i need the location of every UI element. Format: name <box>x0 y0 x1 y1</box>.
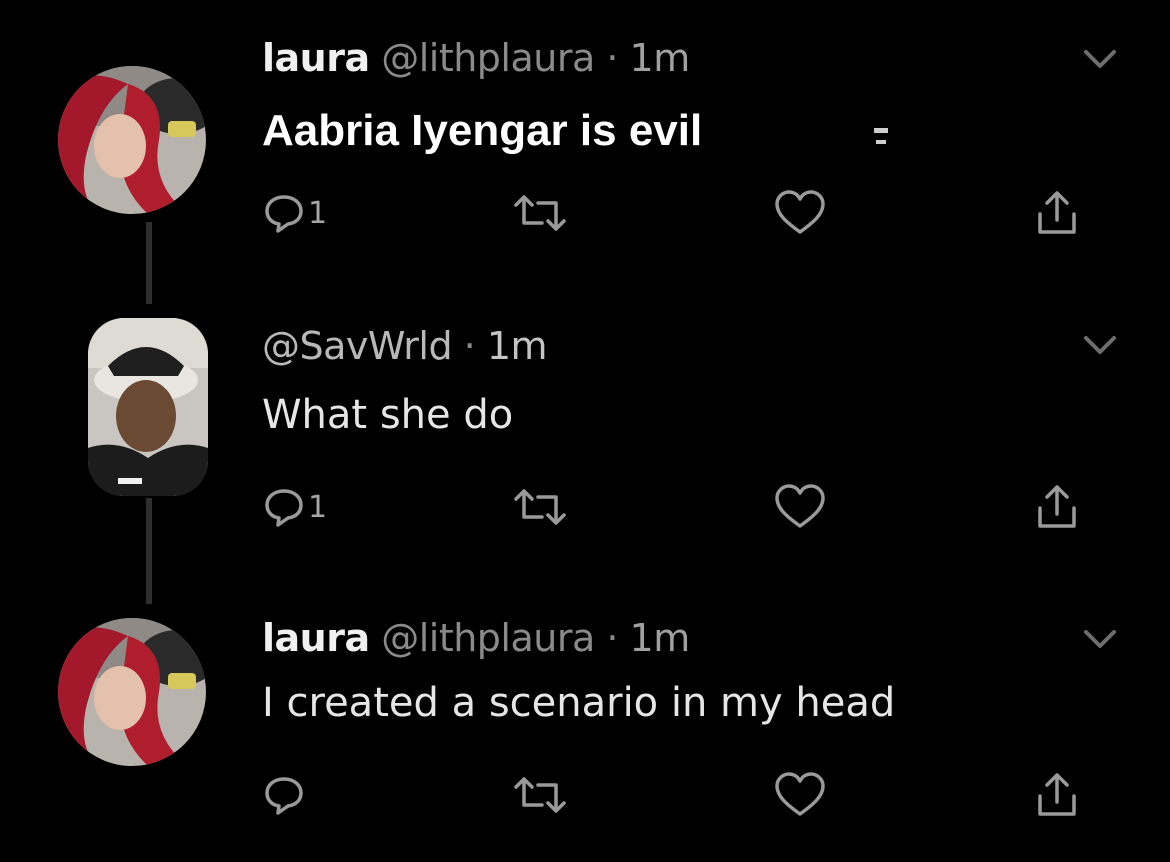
avatar[interactable] <box>88 318 208 496</box>
tweet-2[interactable]: @SavWrld · 1m What she do 1 <box>0 300 1170 550</box>
user-handle[interactable]: @lithplaura <box>381 36 595 80</box>
reply-button[interactable] <box>262 770 308 820</box>
tweet-text: I created a scenario in my head <box>262 680 896 726</box>
tweet-3[interactable]: laura @lithplaura · 1m I created a scena… <box>0 600 1170 862</box>
like-button[interactable] <box>772 482 828 532</box>
share-icon <box>1038 191 1076 234</box>
retweet-button[interactable] <box>510 770 570 820</box>
user-handle[interactable]: @SavWrld <box>262 324 453 368</box>
tweet-1[interactable]: laura @lithplaura · 1m Aabria Iyengar is… <box>0 0 1170 250</box>
reply-icon <box>265 195 303 233</box>
heart-icon <box>775 484 825 528</box>
like-button[interactable] <box>772 770 828 820</box>
user-handle[interactable]: @lithplaura <box>381 616 595 660</box>
avatar-photo-icon <box>58 618 206 766</box>
display-name[interactable]: laura <box>262 36 370 80</box>
reply-count: 1 <box>308 195 328 231</box>
retweet-icon <box>514 777 566 813</box>
heart-icon <box>775 190 825 234</box>
heart-icon <box>775 772 825 816</box>
separator-dot: · <box>606 36 618 80</box>
avatar[interactable] <box>58 618 206 766</box>
separator-dot: · <box>463 324 476 368</box>
tweet-actions: 1 <box>262 482 1102 532</box>
reply-icon <box>265 489 303 527</box>
timestamp[interactable]: 1m <box>487 324 548 368</box>
avatar-photo-icon <box>88 318 208 496</box>
timestamp[interactable]: 1m <box>630 36 691 80</box>
chevron-down-icon[interactable] <box>1082 46 1118 72</box>
avatar-photo-icon <box>58 66 206 214</box>
share-button[interactable] <box>1032 482 1082 532</box>
retweet-icon <box>514 195 566 231</box>
timestamp[interactable]: 1m <box>630 616 691 660</box>
reply-button[interactable]: 1 <box>262 482 327 532</box>
share-icon <box>1038 485 1076 528</box>
tweet-header: laura @lithplaura · 1m <box>262 36 690 80</box>
tweet-actions <box>262 770 1102 820</box>
text-fragment <box>874 128 888 133</box>
separator-dot: · <box>606 616 618 660</box>
share-icon <box>1038 773 1076 816</box>
retweet-button[interactable] <box>510 188 570 238</box>
chevron-down-icon[interactable] <box>1082 626 1118 652</box>
avatar[interactable] <box>58 66 206 214</box>
reply-icon <box>265 777 303 815</box>
tweet-actions: 1 <box>262 188 1102 238</box>
like-button[interactable] <box>772 188 828 238</box>
tweet-text: Aabria Iyengar is evil <box>262 106 703 155</box>
tweet-thread: laura @lithplaura · 1m Aabria Iyengar is… <box>0 0 1170 862</box>
chevron-down-icon[interactable] <box>1082 332 1118 358</box>
tweet-header: laura @lithplaura · 1m <box>262 616 690 660</box>
reply-button[interactable]: 1 <box>262 188 327 238</box>
text-fragment <box>876 140 886 144</box>
display-name[interactable]: laura <box>262 616 370 660</box>
share-button[interactable] <box>1032 770 1082 820</box>
retweet-icon <box>514 489 566 525</box>
retweet-button[interactable] <box>510 482 570 532</box>
tweet-header: @SavWrld · 1m <box>262 324 548 368</box>
tweet-text: What she do <box>262 392 514 438</box>
share-button[interactable] <box>1032 188 1082 238</box>
reply-count: 1 <box>308 489 328 525</box>
